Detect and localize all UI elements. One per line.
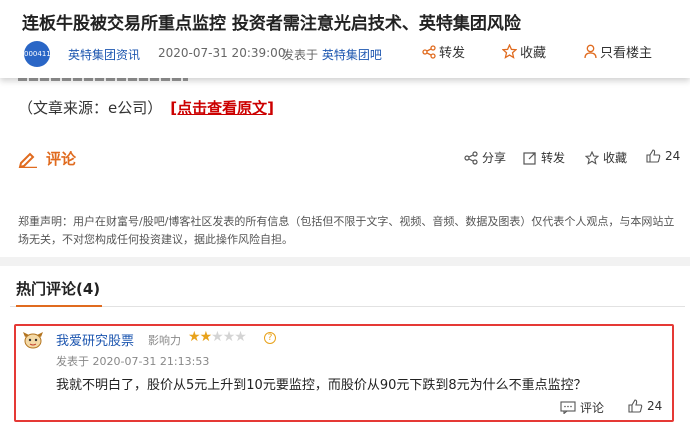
influence-rating: ★★★★★ — [188, 329, 247, 345]
disclaimer-text: 郑重声明：用户在财富号/股吧/博客社区发表的所有信息（包括但不限于文字、视频、音… — [18, 215, 675, 246]
header-favorite-button[interactable]: 收藏 — [502, 42, 546, 61]
share-button[interactable]: 分享 — [464, 149, 506, 166]
post-meta: 000411 英特集团资讯 2020-07-31 20:39:00 发表于 英特… — [22, 40, 682, 67]
forward-label: 转发 — [541, 151, 566, 165]
user-avatar[interactable] — [22, 330, 44, 350]
comment-button[interactable]: 评论 — [18, 148, 76, 169]
comment-label: 评论 — [46, 150, 77, 168]
comment-time: 发表于 2020-07-31 21:13:53 — [56, 355, 210, 368]
header-share-button[interactable]: 转发 — [422, 42, 465, 61]
comment-like-button[interactable]: 24 — [628, 399, 662, 413]
comment-item: 我爱研究股票 影响力 ★★★★★ ? 发表于 2020-07-31 21:13:… — [14, 324, 674, 422]
pencil-icon — [18, 152, 37, 168]
author-name[interactable]: 英特集团资讯 — [68, 46, 140, 63]
star-outline-icon — [502, 44, 517, 59]
sticky-post-header: 连板牛股被交易所重点监控 投资者需注意光启技术、英特集团风险 000411 英特… — [0, 0, 690, 78]
source-text: （文章来源：e公司） — [18, 99, 163, 117]
star-outline-icon — [585, 150, 599, 165]
forward-button[interactable]: 转发 — [523, 149, 565, 166]
hot-comments-panel: 热门评论(4) 我爱研究股票 影响力 ★★★★★ ? 发表于 2020-07-3… — [0, 266, 690, 429]
person-icon — [584, 44, 597, 59]
thumbs-up-icon — [628, 399, 643, 413]
article-source: （文章来源：e公司） [点击查看原文] — [18, 97, 274, 118]
view-original-link[interactable]: [点击查看原文] — [170, 99, 274, 117]
thumbs-up-icon — [646, 149, 661, 163]
star-empty-icon: ★ — [211, 329, 224, 345]
bar-link[interactable]: 英特集团吧 — [322, 48, 382, 62]
help-icon[interactable]: ? — [264, 332, 276, 344]
header-favorite-label: 收藏 — [520, 46, 547, 61]
comment-bubble-icon — [560, 401, 576, 414]
forward-icon — [523, 151, 536, 165]
share-icon — [422, 44, 436, 59]
star-empty-icon: ★ — [234, 329, 247, 345]
like-count: 24 — [665, 149, 681, 163]
section-divider — [10, 305, 685, 307]
posted-in: 发表于 英特集团吧 — [282, 46, 382, 63]
favorite-label: 收藏 — [603, 151, 628, 165]
comment-like-count: 24 — [647, 399, 663, 413]
reply-button[interactable]: 评论 — [560, 399, 604, 416]
author-only-label: 只看楼主 — [600, 46, 653, 61]
publish-time: 2020-07-31 20:39:00 — [158, 46, 286, 60]
influence-label: 影响力 — [148, 334, 181, 347]
author-avatar[interactable]: 000411 — [24, 41, 51, 67]
favorite-button[interactable]: 收藏 — [585, 149, 627, 166]
star-filled-icon: ★ — [199, 329, 213, 345]
share-icon — [464, 150, 478, 165]
posted-in-prefix: 发表于 — [282, 48, 319, 62]
post-title: 连板牛股被交易所重点监控 投资者需注意光启技术、英特集团风险 — [22, 14, 521, 34]
hot-comments-title: 热门评论(4) — [16, 280, 101, 298]
like-button[interactable]: 24 — [646, 149, 680, 163]
author-only-button[interactable]: 只看楼主 — [584, 42, 652, 61]
share-label: 分享 — [482, 151, 507, 165]
star-empty-icon: ★ — [222, 329, 236, 345]
reply-label: 评论 — [580, 401, 605, 415]
star-filled-icon: ★ — [188, 329, 201, 345]
comment-text: 我就不明白了，股价从5元上升到10元要监控，而股价从90元下跌到8元为什么不重点… — [56, 378, 587, 393]
header-share-label: 转发 — [439, 46, 466, 61]
comment-username[interactable]: 我爱研究股票 — [56, 330, 134, 349]
